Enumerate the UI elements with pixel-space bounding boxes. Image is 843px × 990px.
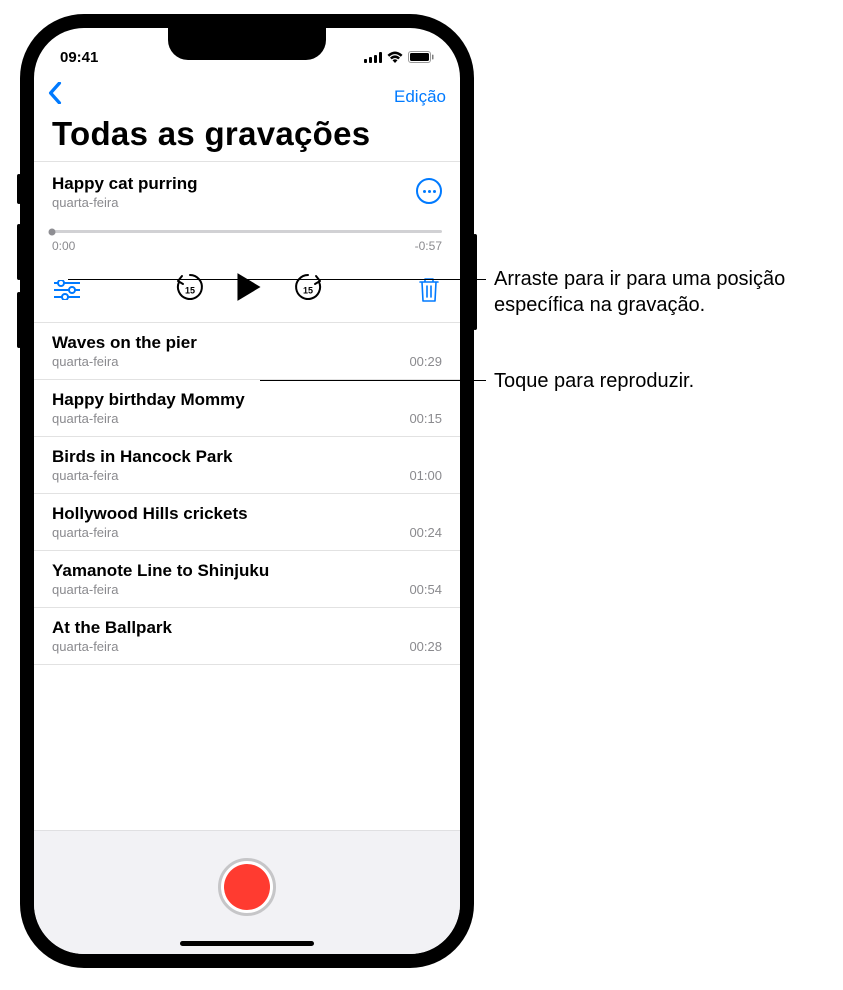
chevron-left-icon [48, 82, 62, 104]
battery-icon [408, 51, 434, 63]
recording-title: Waves on the pier [52, 333, 442, 353]
bottom-toolbar [34, 830, 460, 954]
callout-line [260, 380, 486, 381]
recording-duration: 00:15 [409, 411, 442, 426]
elapsed-time: 0:00 [52, 239, 75, 253]
recording-title: At the Ballpark [52, 618, 442, 638]
wifi-icon [387, 51, 403, 63]
recording-item[interactable]: Birds in Hancock Parkquarta-feira 01:00 [34, 436, 460, 493]
page-title: Todas as gravações [34, 115, 460, 161]
more-button[interactable] [416, 178, 442, 204]
callout-line [68, 279, 486, 280]
play-button[interactable] [236, 272, 262, 307]
nav-bar: Edição [34, 74, 460, 115]
recording-date: quarta-feira [52, 354, 118, 369]
recording-duration: 00:28 [409, 639, 442, 654]
sliders-icon [54, 280, 80, 300]
scrubber-track [52, 230, 442, 233]
recording-date: quarta-feira [52, 639, 118, 654]
play-icon [236, 272, 262, 302]
recording-item[interactable]: Waves on the pierquarta-feira 00:29 [34, 322, 460, 379]
recording-date: quarta-feira [52, 468, 118, 483]
recordings-list[interactable]: Happy cat purring quarta-feira 0:00 -0:5… [34, 161, 460, 830]
playback-scrubber[interactable]: 0:00 -0:57 [52, 230, 442, 253]
phone-screen: 09:41 Edição Todas as gravações Happy ca… [34, 28, 460, 954]
side-button-voldown [17, 292, 21, 348]
callout-play: Toque para reproduzir. [494, 368, 834, 394]
recording-date: quarta-feira [52, 582, 118, 597]
status-time: 09:41 [60, 49, 98, 66]
recording-duration: 00:54 [409, 582, 442, 597]
skip-back-button[interactable]: 15 [174, 271, 206, 308]
options-button[interactable] [54, 280, 80, 300]
playback-controls: 15 15 [52, 271, 442, 308]
skip-forward-button[interactable]: 15 [292, 271, 324, 308]
edit-button[interactable]: Edição [394, 87, 446, 107]
side-button-power [473, 234, 477, 330]
recording-date: quarta-feira [52, 195, 197, 210]
home-indicator[interactable] [180, 941, 314, 946]
status-icons [364, 51, 434, 63]
back-button[interactable] [48, 82, 62, 111]
skip-back-label: 15 [185, 285, 195, 295]
delete-button[interactable] [418, 277, 440, 303]
recording-duration: 00:29 [409, 354, 442, 369]
trash-icon [418, 277, 440, 303]
scrubber-thumb[interactable] [49, 228, 56, 235]
recording-expanded[interactable]: Happy cat purring quarta-feira 0:00 -0:5… [34, 161, 460, 322]
recording-duration: 00:24 [409, 525, 442, 540]
recording-duration: 01:00 [409, 468, 442, 483]
side-button-volup [17, 224, 21, 280]
recording-item[interactable]: At the Ballparkquarta-feira 00:28 [34, 607, 460, 665]
recording-date: quarta-feira [52, 525, 118, 540]
cellular-icon [364, 52, 382, 63]
callout-scrub: Arraste para ir para uma posição específ… [494, 266, 834, 318]
recording-item[interactable]: Hollywood Hills cricketsquarta-feira 00:2… [34, 493, 460, 550]
ellipsis-icon [423, 190, 436, 193]
notch [168, 28, 326, 60]
record-icon [224, 864, 270, 910]
recording-title: Yamanote Line to Shinjuku [52, 561, 442, 581]
recording-item[interactable]: Yamanote Line to Shinjukuquarta-feira 00:… [34, 550, 460, 607]
recording-title: Hollywood Hills crickets [52, 504, 442, 524]
recording-title: Birds in Hancock Park [52, 447, 442, 467]
skip-forward-label: 15 [303, 285, 313, 295]
phone-frame: 09:41 Edição Todas as gravações Happy ca… [20, 14, 474, 968]
side-button-mute [17, 174, 21, 204]
recording-item[interactable]: Happy birthday Mommyquarta-feira 00:15 [34, 379, 460, 436]
recording-date: quarta-feira [52, 411, 118, 426]
remaining-time: -0:57 [415, 239, 442, 253]
recording-title: Happy cat purring [52, 174, 197, 194]
record-button[interactable] [218, 858, 276, 916]
recording-title: Happy birthday Mommy [52, 390, 442, 410]
